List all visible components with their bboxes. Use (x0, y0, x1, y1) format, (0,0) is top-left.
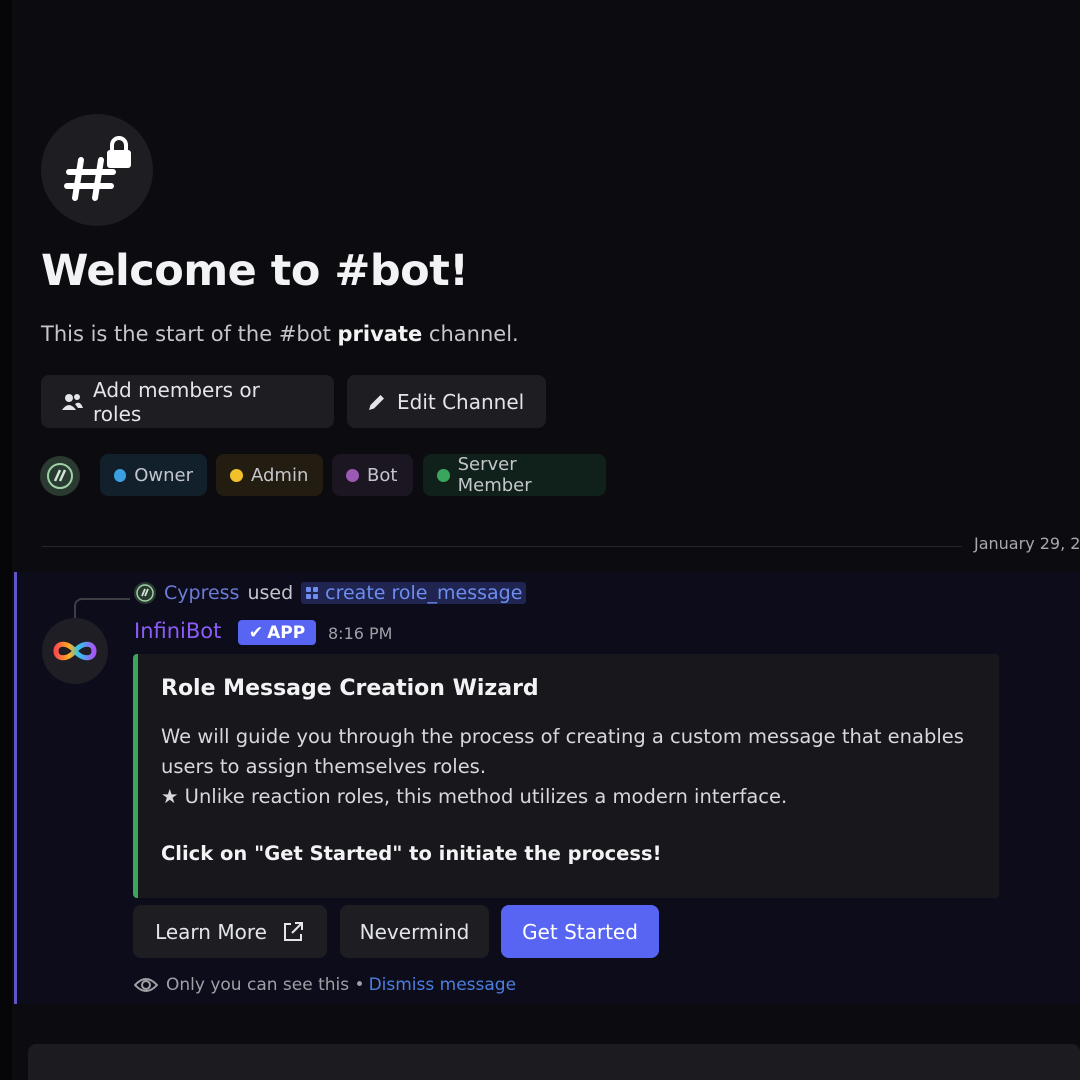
slash-command[interactable]: create role_message (301, 582, 527, 604)
role-avatar (40, 456, 80, 496)
role-pill-admin[interactable]: Admin (216, 454, 323, 496)
edit-channel-button[interactable]: Edit Channel (347, 375, 546, 428)
external-link-icon (281, 920, 305, 944)
date-divider-label: January 29, 2 (974, 534, 1080, 553)
subtitle-bold: private (337, 322, 423, 346)
left-edge (0, 0, 12, 1080)
badge-label: APP (267, 622, 306, 643)
reply-connector (74, 598, 130, 618)
command-name: create role_message (325, 582, 523, 604)
ephemeral-notice: Only you can see this • Dismiss message (134, 972, 516, 998)
dismiss-message-link[interactable]: Dismiss message (369, 975, 516, 995)
role-pill-server-member[interactable]: Server Member (423, 454, 606, 496)
reply-context[interactable]: Cypress used create role_message (134, 580, 527, 606)
add-members-button[interactable]: Add members or roles (41, 375, 334, 428)
members-icon (61, 392, 83, 412)
role-pill-owner[interactable]: Owner (100, 454, 207, 496)
subtitle-post: channel. (422, 322, 519, 346)
eye-icon (134, 975, 158, 995)
embed-line-1: We will guide you through the process of… (161, 725, 964, 748)
learn-more-button[interactable]: Learn More (133, 905, 327, 958)
ephemeral-text: Only you can see this • (166, 975, 365, 995)
embed-title: Role Message Creation Wizard (161, 676, 539, 701)
embed-call-to-action: Click on "Get Started" to initiate the p… (161, 842, 662, 865)
welcome-title: Welcome to #bot! (41, 246, 469, 296)
subtitle-pre: This is the start of the #bot (41, 322, 338, 346)
app-badge: ✔ APP (238, 620, 316, 645)
edit-channel-label: Edit Channel (397, 389, 525, 414)
embed-line-2: users to assign themselves roles. (161, 755, 487, 778)
role-dot (230, 468, 243, 482)
role-dot (114, 468, 127, 482)
reply-used-text: used (247, 582, 294, 604)
add-members-label: Add members or roles (93, 377, 260, 426)
role-dot (346, 468, 359, 482)
nevermind-button[interactable]: Nevermind (340, 905, 489, 958)
embed-line-3: ★ Unlike reaction roles, this method uti… (161, 785, 788, 808)
hashtag-lock-icon (41, 114, 153, 226)
message-timestamp: 8:16 PM (328, 624, 393, 643)
reply-username[interactable]: Cypress (164, 582, 239, 604)
welcome-subtitle: This is the start of the #bot private ch… (41, 322, 519, 346)
bot-avatar[interactable] (42, 618, 108, 684)
role-name: Bot (367, 464, 398, 486)
bot-username[interactable]: InfiniBot (134, 619, 221, 643)
message-input-bar[interactable] (28, 1044, 1080, 1080)
role-name: Admin (251, 464, 309, 486)
date-divider-line (42, 546, 962, 547)
pencil-icon (367, 392, 387, 412)
get-started-button[interactable]: Get Started (501, 905, 659, 958)
learn-more-label: Learn More (155, 919, 267, 944)
reply-avatar (134, 582, 156, 604)
role-dot (437, 468, 450, 482)
role-pill-bot[interactable]: Bot (332, 454, 413, 496)
nevermind-label: Nevermind (359, 919, 470, 944)
command-icon (305, 586, 319, 600)
check-icon: ✔ (248, 622, 264, 643)
role-name: Server Member (457, 454, 532, 496)
embed-description: We will guide you through the process of… (161, 722, 981, 812)
get-started-label: Get Started (522, 919, 638, 944)
role-name: Owner (134, 464, 193, 486)
